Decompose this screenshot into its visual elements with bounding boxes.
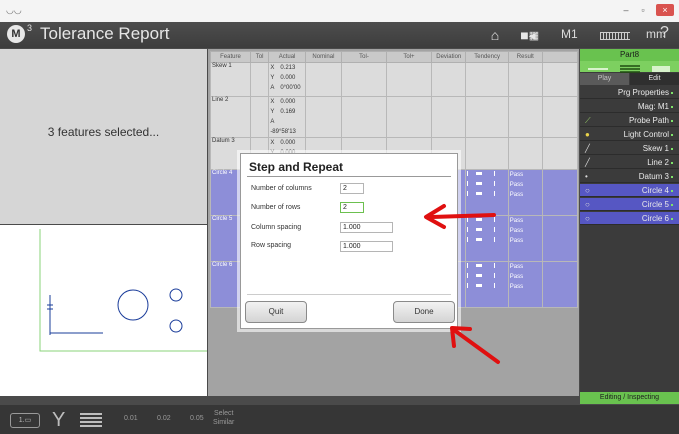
resolution-option[interactable]: 0.01 (124, 415, 138, 422)
annotation-arrow-done (450, 326, 500, 364)
minimize-icon[interactable]: – (620, 4, 632, 16)
program-step-line[interactable]: ╱ Line 2 (580, 156, 679, 169)
resolution-option[interactable]: 0.05 (190, 415, 204, 422)
list-icon[interactable] (80, 413, 102, 427)
step-and-repeat-dialog: Step and Repeat Number of columns Number… (240, 153, 458, 329)
circle-5-shape (169, 288, 183, 302)
table-icon[interactable]: ▦ (525, 28, 543, 44)
probe-tool-icon[interactable]: Y (52, 410, 65, 430)
columns-label: Number of columns (251, 185, 312, 192)
home-icon[interactable]: ⌂ (485, 27, 505, 43)
selection-panel: 3 features selected... (0, 49, 207, 224)
app-icon: ◡◡ (6, 5, 22, 15)
line-icon: ╱ (585, 158, 590, 167)
page-title: Tolerance Report (40, 24, 170, 43)
program-step-circle-5[interactable]: ○ Circle 5 (580, 198, 679, 211)
result-cell: Pass Pass Pass (507, 215, 543, 262)
select-similar-button[interactable]: Select Similar (213, 409, 234, 427)
actual-cell: X 0.213 Y 0.000 A 0°00'00 (268, 62, 306, 97)
rows-label: Number of rows (251, 204, 301, 211)
line-icon: ╱ (585, 144, 590, 153)
graphic-view[interactable] (0, 225, 207, 396)
logo: M (7, 25, 25, 43)
circle-icon: ○ (585, 200, 590, 209)
program-step-mag[interactable]: Mag: M1 (580, 100, 679, 113)
program-step-light-control[interactable]: ● Light Control (580, 128, 679, 141)
maximize-icon[interactable]: ▫ (637, 4, 649, 16)
circle-4-shape (117, 289, 149, 321)
annotation-arrow-rows (424, 204, 496, 229)
col-header[interactable]: Result (507, 51, 543, 63)
col-header[interactable]: Tendency (465, 51, 509, 63)
feature-cell: Skew 1 (210, 62, 251, 97)
program-step-prg-properties[interactable]: Prg Properties (580, 86, 679, 99)
tab-play[interactable]: Play (580, 73, 629, 85)
tab-edit[interactable]: Edit (630, 73, 679, 85)
quit-button[interactable]: Quit (245, 301, 307, 323)
resolution-option[interactable]: 0.02 (157, 415, 171, 422)
actual-cell: X 0.000 Y 0.169 A-89°58'13 (268, 96, 306, 138)
col-header[interactable]: Nominal (304, 51, 343, 63)
table-header-row: Feature Tol Actual Nominal Tol- Tol+ Dev… (210, 51, 579, 63)
table-row[interactable]: Skew 1 X 0.213 Y 0.000 A 0°00'00 (210, 62, 579, 97)
window-titlebar: ◡◡ – ▫ × (0, 0, 679, 23)
tendency-cell (465, 261, 509, 308)
program-step-circle-6[interactable]: ○ Circle 6 (580, 212, 679, 225)
app-titlebar: M 3 Tolerance Report ⌂ ■◂ ▦ M1 mm ? (0, 22, 679, 48)
zoom-level-icon[interactable]: 1.▭ (10, 413, 40, 428)
divider (247, 294, 451, 295)
col-header[interactable]: Tol+ (385, 51, 433, 63)
dialog-title: Step and Repeat (249, 160, 344, 174)
rows-field[interactable] (340, 202, 364, 213)
columns-field[interactable] (340, 183, 364, 194)
feature-cell: Line 2 (210, 96, 251, 138)
light-bulb-icon: ● (585, 130, 590, 139)
col-header[interactable]: Tol- (341, 51, 387, 63)
logo-superscript: 3 (27, 23, 33, 33)
program-step-circle-4[interactable]: ○ Circle 4 (580, 184, 679, 197)
column-spacing-label: Column spacing (251, 224, 302, 231)
program-step-datum[interactable]: • Datum 3 (580, 170, 679, 183)
part-name[interactable]: Part8 (580, 49, 679, 61)
circle-icon: ○ (585, 214, 590, 223)
point-icon: • (585, 172, 588, 181)
program-step-skew[interactable]: ╱ Skew 1 (580, 142, 679, 155)
program-panel: Part8 Play Edit Prg Properties Mag: M1 ⟋… (580, 49, 679, 396)
selection-status: 3 features selected... (47, 125, 160, 139)
program-step-probe-path[interactable]: ⟋ Probe Path (580, 114, 679, 127)
col-header[interactable]: Feature (210, 51, 251, 63)
mode-tabs: Play Edit (580, 73, 679, 85)
col-header[interactable]: Deviation (430, 51, 467, 63)
bottom-toolbar: 1.▭ Y 0.01 0.02 0.05 Select Similar (0, 405, 679, 434)
divider (247, 176, 451, 177)
column-spacing-field[interactable] (340, 222, 393, 233)
row-spacing-field[interactable] (340, 241, 393, 252)
ruler-icon (600, 32, 630, 40)
result-cell: Pass Pass Pass (507, 169, 543, 216)
table-row[interactable]: Line 2 X 0.000 Y 0.169 A-89°58'13 (210, 96, 579, 138)
magnification-indicator[interactable]: M1 (561, 27, 578, 41)
feature-drawing[interactable] (0, 225, 207, 396)
circle-6-shape (169, 319, 183, 333)
help-button[interactable]: ? (660, 24, 669, 42)
col-header[interactable]: Actual (268, 51, 306, 63)
row-spacing-label: Row spacing (251, 242, 292, 249)
probe-icon: ⟋ (585, 116, 591, 125)
col-header[interactable]: Tol (249, 51, 270, 63)
mode-status: Editing / Inspecting (580, 392, 679, 404)
circle-icon: ○ (585, 186, 590, 195)
view-mode-bar[interactable] (580, 61, 679, 73)
close-icon[interactable]: × (656, 4, 674, 16)
result-cell: Pass Pass Pass (507, 261, 543, 308)
